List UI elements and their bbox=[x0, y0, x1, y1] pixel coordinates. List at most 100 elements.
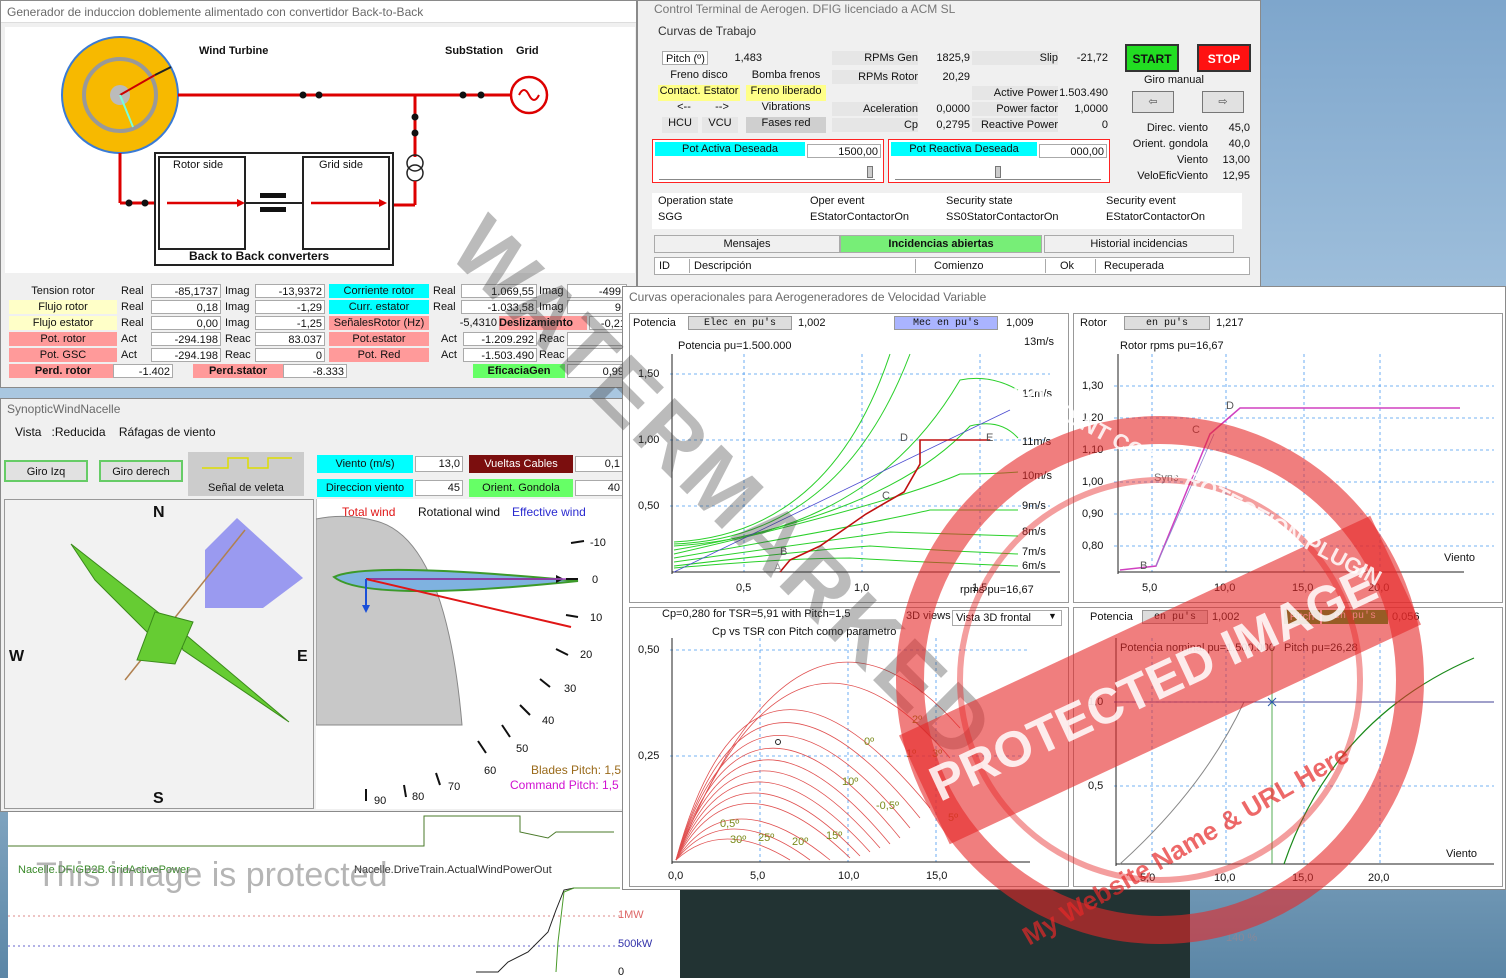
cell-type: Real bbox=[433, 285, 456, 297]
scale-tick: 70 bbox=[448, 781, 461, 793]
prev-button[interactable]: <-- bbox=[666, 101, 702, 117]
p2-subtitle: Rotor rpms pu=16,67 bbox=[1120, 340, 1224, 352]
p1-ytick: 1,50 bbox=[638, 368, 660, 380]
slider-thumb[interactable] bbox=[995, 166, 1001, 178]
power-rpm-panel: Potencia Elec en pu's 1,002 Mec en pu's … bbox=[629, 313, 1069, 603]
cell-type: Real bbox=[121, 285, 144, 297]
scale-tick: 40 bbox=[542, 715, 555, 727]
start-button[interactable]: START bbox=[1125, 44, 1179, 72]
col-ok[interactable]: Ok bbox=[1045, 259, 1095, 273]
giro-derech-button[interactable]: Giro derech bbox=[99, 460, 183, 482]
state-header: Operation state bbox=[658, 195, 734, 207]
tab-incidencias-abiertas[interactable]: Incidencias abiertas bbox=[840, 235, 1042, 253]
hcu-button[interactable]: HCU bbox=[662, 117, 698, 133]
bomba-frenos-button[interactable]: Bomba frenos bbox=[748, 69, 824, 85]
cell-type: Imag bbox=[225, 301, 250, 313]
cell-value: 83.037 bbox=[255, 332, 325, 346]
col-id[interactable]: ID bbox=[659, 259, 679, 273]
state-value: SGG bbox=[658, 211, 683, 223]
pot-activa-value[interactable]: 1500,00 bbox=[807, 144, 881, 158]
p1-point: D bbox=[900, 432, 908, 444]
p1-wind: 10m/s bbox=[1022, 470, 1052, 482]
p3-pitch-label: 15º bbox=[826, 830, 843, 842]
vueltas-label: Vueltas Cables bbox=[469, 455, 573, 473]
control-window-title: Control Terminal de Aerogen. DFIG licenc… bbox=[654, 2, 956, 16]
p3-ytick: 0,25 bbox=[638, 750, 660, 762]
pot-reactiva-value[interactable]: 000,00 bbox=[1039, 144, 1107, 158]
next-button[interactable]: --> bbox=[704, 101, 740, 117]
giro-manual-label: Giro manual bbox=[1144, 74, 1204, 86]
cell-type: Reac bbox=[539, 349, 565, 361]
grid-label: Grid bbox=[516, 45, 539, 57]
p3-pitch-label: 2º bbox=[912, 714, 923, 726]
scale-tick: 60 bbox=[484, 765, 497, 777]
cell-type: Imag bbox=[539, 285, 564, 297]
zoom-label: 140 % bbox=[1226, 932, 1258, 944]
p2-ytick: 0,80 bbox=[1082, 540, 1104, 552]
menu-reducida[interactable]: :Reducida bbox=[51, 425, 105, 439]
eficacia-value: 0,99 bbox=[567, 364, 627, 378]
rpms-rotor-label: RPMs Rotor bbox=[832, 70, 918, 84]
aceleration-value: 0,0000 bbox=[936, 103, 970, 115]
p4-subtitle-2: Pitch pu=26,28 bbox=[1284, 642, 1358, 654]
tab-mensajes[interactable]: Mensajes bbox=[654, 235, 840, 253]
fases-red-button[interactable]: Fases red bbox=[746, 117, 826, 133]
menu-vista[interactable]: Vista bbox=[15, 425, 41, 439]
freno-disco-button[interactable]: Freno disco bbox=[662, 69, 736, 85]
senal-veleta-label: Señal de veleta bbox=[208, 482, 284, 494]
curves-window: Curvas operacionales para Aerogeneradore… bbox=[622, 286, 1506, 890]
eficacia-label: EficaciaGen bbox=[473, 364, 565, 378]
p4-xlabel: Viento bbox=[1446, 848, 1477, 860]
giro-left-button[interactable]: ⇦ bbox=[1132, 91, 1174, 113]
cell-value: -13,9372 bbox=[255, 284, 325, 298]
generator-schematic bbox=[61, 36, 549, 266]
compass-view: N E S W bbox=[4, 499, 314, 809]
col-recuperada[interactable]: Recuperada bbox=[1095, 259, 1245, 273]
scale-tick: 0 bbox=[592, 574, 599, 586]
direccion-value[interactable]: 45 bbox=[415, 480, 463, 496]
power-rpm-chart bbox=[670, 353, 1060, 574]
slider-thumb[interactable] bbox=[867, 166, 873, 178]
generator-data-table: Tension rotor Flujo rotor Flujo estator … bbox=[9, 284, 635, 384]
cell-value: 0 bbox=[255, 348, 325, 362]
col-comienzo[interactable]: Comienzo bbox=[915, 259, 1045, 273]
col-descripcion[interactable]: Descripción bbox=[689, 259, 889, 273]
menu-rafagas[interactable]: Ráfagas de viento bbox=[119, 425, 216, 439]
giro-izq-button[interactable]: Giro Izq bbox=[4, 460, 88, 482]
pot-reactiva-slider[interactable] bbox=[895, 166, 1101, 180]
y-1mw-label: 1MW bbox=[618, 909, 644, 921]
giro-right-button[interactable]: ⇨ bbox=[1202, 91, 1244, 113]
generator-diagram: Wind Turbine SubStation Grid Rotor side … bbox=[5, 27, 635, 273]
cell-value: -1,25 bbox=[255, 316, 325, 330]
vcu-button[interactable]: VCU bbox=[702, 117, 738, 133]
p3-pitch-label: 10º bbox=[842, 776, 859, 788]
freno-liberado-button[interactable]: Freno liberado bbox=[746, 85, 826, 101]
p1-wind: 13m/s bbox=[1024, 336, 1054, 348]
vueltas-value: 0,1 bbox=[575, 456, 623, 472]
p3-pitch-label: -0,5º bbox=[876, 800, 899, 812]
pot-activa-slider[interactable] bbox=[659, 166, 875, 180]
stop-button[interactable]: STOP bbox=[1197, 44, 1251, 72]
viento-value: 13,00 bbox=[1222, 154, 1250, 166]
trend-window: Nacelle.DFIGB2B.GridActivePower Nacelle.… bbox=[8, 812, 680, 978]
cp-value: 0,2795 bbox=[936, 119, 970, 131]
cell-value: -1,29 bbox=[255, 300, 325, 314]
p1-point: B bbox=[780, 546, 788, 558]
curvas-label: Curvas de Trabajo bbox=[658, 24, 757, 38]
y-500kw-label: 500kW bbox=[618, 938, 653, 950]
generator-window-title: Generador de induccion doblemente alimen… bbox=[1, 1, 636, 23]
compass-n: N bbox=[153, 504, 165, 521]
orient-gondola-label: Orient. Gondola bbox=[469, 479, 573, 497]
rotor-rpm-chart bbox=[1114, 354, 1494, 574]
pot-activa-label: Pot Activa Deseada bbox=[655, 142, 805, 156]
contact-estator-button[interactable]: Contact. Estator bbox=[658, 85, 740, 101]
vibrations-button[interactable]: Vibrations bbox=[748, 101, 824, 117]
scale-tick: 20 bbox=[580, 649, 593, 661]
p1-ytick: 0,50 bbox=[638, 500, 660, 512]
p1-xlabel: rpms pu=16,67 bbox=[960, 584, 1034, 596]
state-value: SS0StatorContactorOn bbox=[946, 211, 1059, 223]
viento-ms-value[interactable]: 13,0 bbox=[415, 456, 463, 472]
tab-historial[interactable]: Historial incidencias bbox=[1044, 235, 1234, 253]
orient-gondola-label: Orient. gondola bbox=[1132, 138, 1208, 150]
p3-subtitle: Cp vs TSR con Pitch como parametro bbox=[712, 626, 897, 638]
